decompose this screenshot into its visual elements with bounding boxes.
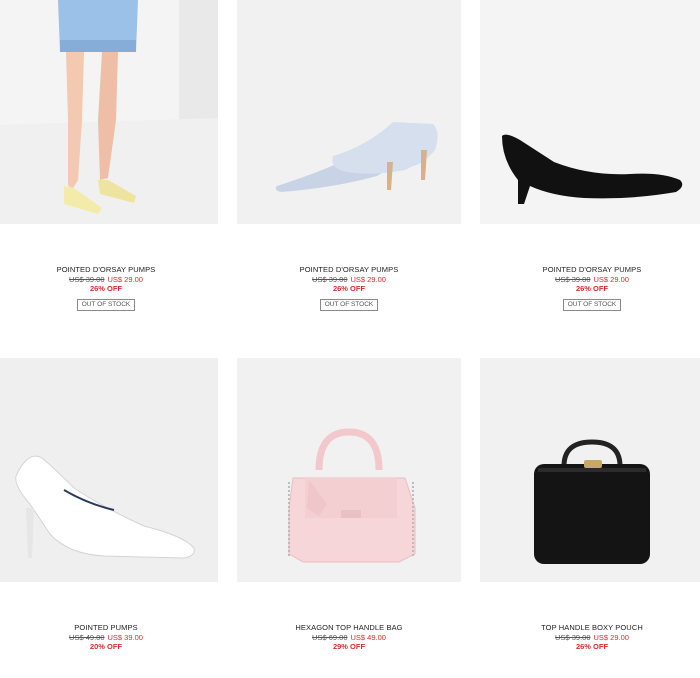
discount-label: 26% OFF [332,284,366,293]
product-image-black-pump[interactable] [480,0,700,224]
product-image-yellow-pumps[interactable] [0,0,218,224]
out-of-stock-button[interactable]: OUT OF STOCK [319,299,379,311]
sale-price: US$ 49.00 [350,633,386,642]
product-name[interactable]: POINTED PUMPS [0,622,218,633]
product-info: TOP HANDLE BOXY POUCH US$ 39.00 US$ 29.00… [480,622,700,651]
old-price: US$ 69.00 [312,633,348,642]
black-pump-icon [480,0,700,224]
product-info: POINTED D'ORSAY PUMPS US$ 39.00 US$ 29.00… [0,264,218,311]
product-image-blue-pumps[interactable] [237,0,461,224]
old-price: US$ 39.00 [555,275,591,284]
product-card[interactable]: POINTED D'ORSAY PUMPS US$ 39.00 US$ 29.00… [0,0,218,320]
discount-label: 26% OFF [89,284,123,293]
sale-price: US$ 29.00 [593,275,629,284]
white-heel-pump-icon [0,358,218,582]
discount-label: 26% OFF [575,642,609,651]
product-price: US$ 39.00 US$ 29.00 [0,275,218,284]
sale-price: US$ 29.00 [350,275,386,284]
yellow-pumps-on-model-icon [0,0,218,224]
product-info: POINTED PUMPS US$ 49.00 US$ 39.00 20% OFF [0,622,218,651]
product-name[interactable]: POINTED D'ORSAY PUMPS [480,264,700,275]
product-price: US$ 39.00 US$ 29.00 [237,275,461,284]
old-price: US$ 39.00 [312,275,348,284]
product-price: US$ 39.00 US$ 29.00 [480,633,700,642]
old-price: US$ 39.00 [555,633,591,642]
sale-price: US$ 29.00 [593,633,629,642]
out-of-stock-button[interactable]: OUT OF STOCK [562,299,622,311]
product-card[interactable]: TOP HANDLE BOXY POUCH US$ 39.00 US$ 29.00… [480,358,700,678]
product-price: US$ 69.00 US$ 49.00 [237,633,461,642]
old-price: US$ 39.00 [69,275,105,284]
old-price: US$ 49.00 [69,633,105,642]
discount-label: 26% OFF [575,284,609,293]
product-card[interactable]: POINTED PUMPS US$ 49.00 US$ 39.00 20% OFF [0,358,218,678]
product-image-black-pouch[interactable] [480,358,700,582]
discount-label: 20% OFF [89,642,123,651]
discount-label: 29% OFF [332,642,366,651]
product-price: US$ 49.00 US$ 39.00 [0,633,218,642]
product-name[interactable]: TOP HANDLE BOXY POUCH [480,622,700,633]
product-info: POINTED D'ORSAY PUMPS US$ 39.00 US$ 29.00… [480,264,700,311]
product-info: POINTED D'ORSAY PUMPS US$ 39.00 US$ 29.00… [237,264,461,311]
product-image-pink-bag[interactable] [237,358,461,582]
sale-price: US$ 39.00 [107,633,143,642]
sale-price: US$ 29.00 [107,275,143,284]
product-info: HEXAGON TOP HANDLE BAG US$ 69.00 US$ 49.0… [237,622,461,651]
light-blue-pumps-icon [237,0,461,224]
out-of-stock-button[interactable]: OUT OF STOCK [76,299,136,311]
product-grid: POINTED D'ORSAY PUMPS US$ 39.00 US$ 29.00… [0,0,700,667]
product-name[interactable]: POINTED D'ORSAY PUMPS [237,264,461,275]
product-name[interactable]: POINTED D'ORSAY PUMPS [0,264,218,275]
product-card[interactable]: POINTED D'ORSAY PUMPS US$ 39.00 US$ 29.00… [480,0,700,320]
product-card[interactable]: HEXAGON TOP HANDLE BAG US$ 69.00 US$ 49.0… [237,358,461,678]
black-boxy-pouch-icon [480,358,700,582]
product-card[interactable]: POINTED D'ORSAY PUMPS US$ 39.00 US$ 29.00… [237,0,461,320]
product-image-white-pump[interactable] [0,358,218,582]
product-price: US$ 39.00 US$ 29.00 [480,275,700,284]
product-name[interactable]: HEXAGON TOP HANDLE BAG [237,622,461,633]
pink-handbag-icon [237,358,461,582]
